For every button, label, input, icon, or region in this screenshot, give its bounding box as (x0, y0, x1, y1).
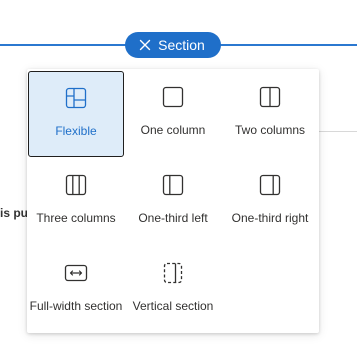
three-columns-icon (65, 174, 87, 196)
close-icon[interactable] (139, 39, 151, 51)
one-column-icon (162, 86, 184, 108)
layout-option-one-third-right[interactable]: One-third right (222, 159, 318, 245)
full-width-icon (64, 264, 88, 282)
layout-option-three-columns[interactable]: Three columns (28, 159, 124, 245)
two-columns-icon (259, 86, 281, 108)
layout-option-full-width[interactable]: Full-width section (28, 247, 124, 333)
section-button[interactable]: Section (125, 32, 221, 58)
section-layout-menu: Flexible One column Two columns Three co… (27, 69, 319, 333)
layout-option-label: Two columns (234, 123, 306, 137)
layout-option-label: One column (140, 123, 206, 137)
layout-option-label: Flexible (55, 124, 97, 138)
layout-option-label: One-third left (138, 211, 208, 225)
one-third-left-icon (162, 174, 184, 196)
layout-option-one-third-left[interactable]: One-third left (125, 159, 221, 245)
layout-option-one-column[interactable]: One column (125, 71, 221, 157)
layout-option-two-columns[interactable]: Two columns (222, 71, 318, 157)
flexible-layout-icon (65, 87, 87, 109)
layout-option-label: Three columns (36, 211, 116, 225)
layout-option-vertical-section[interactable]: Vertical section (125, 247, 221, 333)
layout-option-label: One-third right (231, 211, 309, 225)
section-button-label: Section (158, 37, 205, 53)
vertical-section-icon (163, 262, 183, 284)
layout-option-label: Full-width section (29, 299, 123, 313)
background-divider (318, 131, 357, 132)
background-text: is pu (0, 206, 27, 220)
layout-option-label: Vertical section (132, 299, 214, 313)
one-third-right-icon (259, 174, 281, 196)
layout-option-flexible[interactable]: Flexible (28, 71, 124, 157)
